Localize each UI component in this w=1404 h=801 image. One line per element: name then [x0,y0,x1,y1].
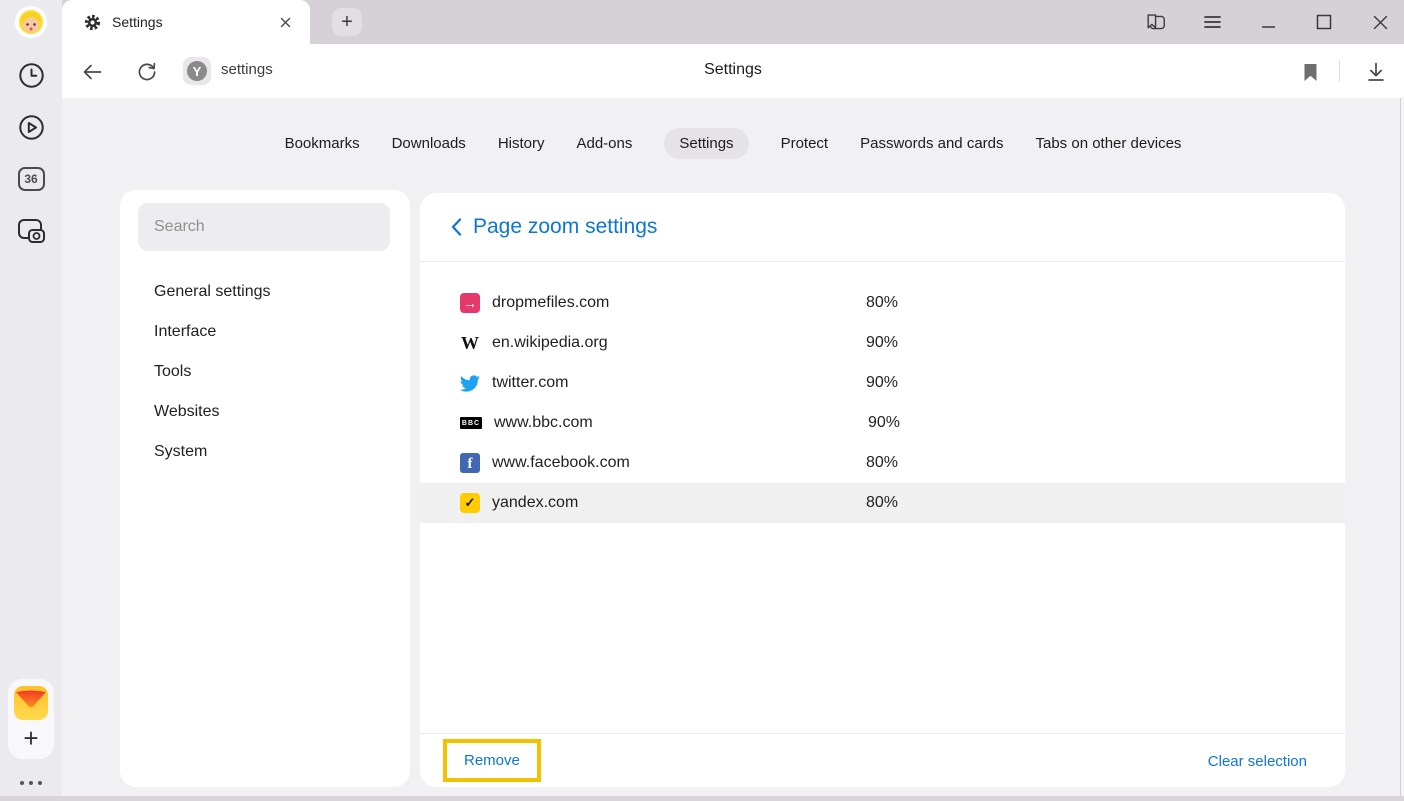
wikipedia-favicon: W [460,333,480,353]
toolbar-divider [1339,60,1340,82]
maximize-icon[interactable] [1314,12,1334,32]
download-icon[interactable] [1364,60,1388,84]
history-icon[interactable] [16,60,46,90]
site-zoom-value: 90% [866,374,898,392]
scrollbar-track[interactable] [1400,98,1404,801]
nav-other-devices[interactable]: Tabs on other devices [1036,128,1182,159]
site-name: www.facebook.com [492,454,866,472]
site-name: yandex.com [492,494,866,512]
search-input[interactable] [138,203,390,251]
site-name: en.wikipedia.org [492,334,866,352]
nav-protect[interactable]: Protect [781,128,829,159]
page-zoom-settings-panel: Page zoom settings → dropmefiles.com 80%… [420,193,1345,787]
settings-nav: Bookmarks Downloads History Add-ons Sett… [62,128,1404,159]
facebook-favicon: f [460,453,480,473]
screenshot-icon[interactable] [16,216,46,246]
site-zoom-value: 90% [868,414,900,432]
site-row-dropmefiles[interactable]: → dropmefiles.com 80% [420,283,1345,323]
site-zoom-value: 80% [866,494,898,512]
settings-menu: General settings Interface Tools Website… [120,272,410,472]
gear-icon [84,14,101,31]
new-tab-button[interactable]: + [332,8,362,36]
site-row-facebook[interactable]: f www.facebook.com 80% [420,443,1345,483]
list-empty-space [420,523,1345,733]
nav-bookmarks[interactable]: Bookmarks [285,128,360,159]
browser-sidebar: 36 + [0,0,62,801]
site-zoom-value: 80% [866,454,898,472]
side-panel-icon[interactable] [1146,12,1166,32]
tab-close-icon[interactable] [276,13,294,31]
panel-title: Page zoom settings [473,215,657,239]
chevron-left-icon [444,215,468,239]
site-zoom-value: 90% [866,334,898,352]
avatar-image [15,6,47,38]
nav-downloads[interactable]: Downloads [392,128,466,159]
twitter-favicon [460,373,480,393]
tab-count-label: 36 [18,167,45,191]
clear-selection-button[interactable]: Clear selection [1208,753,1307,770]
nav-settings[interactable]: Settings [664,128,748,159]
video-player-icon[interactable] [16,112,46,142]
close-window-icon[interactable] [1370,12,1390,32]
site-row-wikipedia[interactable]: W en.wikipedia.org 90% [420,323,1345,363]
minimize-icon[interactable] [1258,12,1278,32]
yandex-mail-icon[interactable] [13,685,49,721]
site-row-bbc[interactable]: BBC www.bbc.com 90% [420,403,1345,443]
selected-checkbox[interactable]: ✓ [460,493,480,513]
panel-footer: Remove Clear selection [420,733,1345,787]
nav-addons[interactable]: Add-ons [576,128,632,159]
site-zoom-value: 80% [866,294,898,312]
dropmefiles-favicon: → [460,293,480,313]
site-name: twitter.com [492,374,866,392]
window-bottom-edge [0,796,1404,801]
menu-general-settings[interactable]: General settings [120,272,410,312]
menu-interface[interactable]: Interface [120,312,410,352]
nav-passwords[interactable]: Passwords and cards [860,128,1003,159]
zoomed-sites-list: → dropmefiles.com 80% W en.wikipedia.org… [420,262,1345,523]
menu-websites[interactable]: Websites [120,392,410,432]
tab-counter-badge[interactable]: 36 [16,164,46,194]
tab-title: Settings [112,14,276,30]
tab-bar: Settings + [62,0,1404,44]
site-row-yandex[interactable]: ✓ yandex.com 80% [420,483,1345,523]
site-row-twitter[interactable]: twitter.com 90% [420,363,1345,403]
nav-history[interactable]: History [498,128,545,159]
menu-tools[interactable]: Tools [120,352,410,392]
bookmark-icon[interactable] [1298,60,1322,84]
browser-toolbar: Y settings Settings [62,44,1404,98]
page-title: Settings [62,61,1404,79]
site-name: dropmefiles.com [492,294,866,312]
window-controls [1146,0,1390,44]
site-name: www.bbc.com [494,414,868,432]
active-tab[interactable]: Settings [62,0,310,44]
sidebar-apps-card: + [8,679,54,759]
panel-header-back[interactable]: Page zoom settings [420,193,1345,262]
bbc-favicon: BBC [460,417,482,429]
add-app-button[interactable]: + [23,721,38,755]
sidebar-more-button[interactable] [20,781,42,785]
menu-icon[interactable] [1202,12,1222,32]
settings-sidebar-card: General settings Interface Tools Website… [120,190,410,787]
remove-button[interactable]: Remove [443,739,541,782]
profile-avatar[interactable] [15,6,47,38]
settings-page: Bookmarks Downloads History Add-ons Sett… [62,98,1404,801]
menu-system[interactable]: System [120,432,410,472]
